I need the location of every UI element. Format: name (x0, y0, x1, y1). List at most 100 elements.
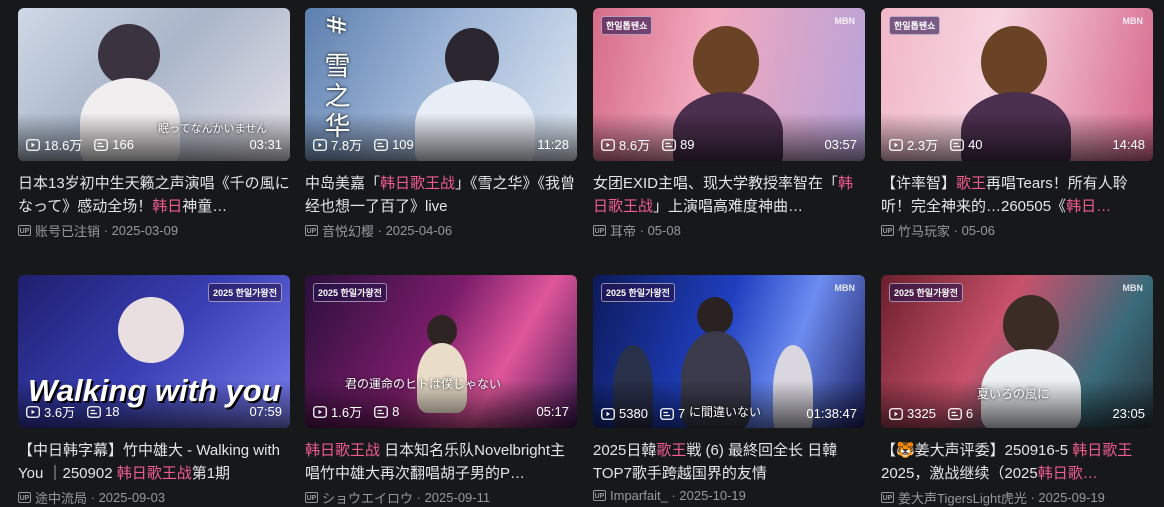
title-text: 神童… (182, 198, 228, 215)
video-author[interactable]: 姜大声TigersLight虎光 (898, 488, 1027, 507)
video-card[interactable]: 2025 한일가왕전 MBN に間違いない 5380 7 01:38:47 20… (593, 275, 865, 503)
video-card[interactable]: # 雪之华 7.8万 109 11:28 中岛美嘉「韩日歌王战」《雪之华》《我曾… (305, 8, 577, 240)
video-date: 2025-09-03 (98, 490, 166, 505)
video-author[interactable]: Imparfait_ (610, 488, 668, 503)
video-date: 2025-03-09 (111, 223, 179, 238)
danmaku-count: 89 (680, 137, 695, 152)
video-meta[interactable]: UP ショウエイロウ · 2025-09-11 (305, 488, 577, 507)
video-card[interactable]: 眠ってなんかいません 18.6万 166 03:31 日本13岁初中生天籁之声演… (18, 8, 290, 240)
title-text: 女团EXID主唱、现大学教授率智在「 (593, 175, 839, 192)
video-title[interactable]: 【许率智】歌王再唱Tears！所有人聆听！完全神来的…260505《韩日… (881, 172, 1153, 218)
danmaku-icon (948, 407, 962, 420)
meta-separator: · (374, 223, 386, 238)
up-icon: UP (593, 225, 606, 236)
video-duration: 23:05 (1112, 406, 1145, 421)
video-card[interactable]: 2025 한일가왕전 君の運命のヒトは僕じゃない 1.6万 8 05:17 韩日… (305, 275, 577, 507)
title-keyword-highlight: 歌王 (956, 175, 987, 192)
play-count-icon (26, 405, 40, 418)
title-text: 2025，激战继续（2025 (881, 465, 1038, 482)
view-count: 8.6万 (619, 138, 651, 153)
video-card[interactable]: 한일톱텐쇼 MBN 2.3万 40 14:48 【许率智】歌王再唱Tears！所… (881, 8, 1153, 240)
view-count: 5380 (619, 406, 648, 421)
video-stats: 7.8万 109 11:28 (313, 135, 569, 154)
video-title[interactable]: 女团EXID主唱、现大学教授率智在「韩日歌王战」上演唱高难度神曲… (593, 172, 865, 218)
video-meta[interactable]: UP Imparfait_ · 2025-10-19 (593, 488, 865, 503)
meta-separator: · (413, 490, 425, 505)
title-keyword-highlight: 韩日 (152, 198, 183, 215)
video-title[interactable]: 韩日歌王战 日本知名乐队Novelbright主唱竹中雄大再次翻唱胡子男的P… (305, 439, 577, 485)
thumbnail-figure (118, 297, 184, 363)
title-keyword-highlight: 韩日歌… (1037, 465, 1098, 482)
video-meta[interactable]: UP 耳帝 · 05-08 (593, 221, 865, 240)
view-count: 3325 (907, 406, 936, 421)
view-count: 2.3万 (907, 138, 939, 153)
title-keyword-highlight: 韩日歌王战 (116, 465, 192, 482)
video-author[interactable]: 耳帝 (610, 221, 636, 240)
channel-logo: 2025 한일가왕전 (313, 283, 387, 302)
title-text: 中岛美嘉「 (305, 175, 381, 192)
danmaku-icon (660, 407, 674, 420)
view-count: 3.6万 (44, 405, 76, 420)
video-author[interactable]: 账号已注销 (35, 221, 100, 240)
video-meta[interactable]: UP 音悦幻樱 · 2025-04-06 (305, 221, 577, 240)
danmaku-icon (374, 138, 388, 151)
video-meta[interactable]: UP 账号已注销 · 2025-03-09 (18, 221, 290, 240)
video-title[interactable]: 【中日韩字幕】竹中雄大 - Walking with You ｜250902 韩… (18, 439, 290, 485)
video-thumbnail[interactable]: 2025 한일가왕전 君の運命のヒトは僕じゃない 1.6万 8 05:17 (305, 275, 577, 428)
video-thumbnail[interactable]: 한일톱텐쇼 MBN 2.3万 40 14:48 (881, 8, 1153, 161)
video-thumbnail[interactable]: 2025 한일가왕전 Walking with you 3.6万 18 07:5… (18, 275, 290, 428)
video-date: 2025-04-06 (385, 223, 453, 238)
video-date: 2025-10-19 (679, 488, 746, 503)
play-count-icon (26, 138, 40, 151)
danmaku-count: 18 (105, 404, 120, 419)
danmaku-icon (950, 138, 964, 151)
video-thumbnail[interactable]: 2025 한일가왕전 MBN に間違いない 5380 7 01:38:47 (593, 275, 865, 428)
thumbnail-subtitle: 夏いろの風に (977, 387, 1050, 401)
danmaku-count: 8 (392, 404, 400, 419)
video-author[interactable]: 音悦幻樱 (322, 221, 374, 240)
meta-separator: · (87, 490, 99, 505)
video-meta[interactable]: UP 竹马玩家 · 05-06 (881, 221, 1153, 240)
video-thumbnail[interactable]: # 雪之华 7.8万 109 11:28 (305, 8, 577, 161)
danmaku-count: 166 (112, 137, 135, 152)
channel-logo: 2025 한일가왕전 (889, 283, 963, 302)
danmaku-count: 6 (965, 406, 974, 421)
meta-separator: · (636, 223, 648, 238)
video-author[interactable]: ショウエイロウ (322, 488, 413, 507)
thumbnail-subtitle: 眠ってなんかいません (158, 122, 268, 135)
video-meta[interactable]: UP 姜大声TigersLight虎光 · 2025-09-19 (881, 488, 1153, 507)
title-keyword-highlight: 韩日… (1066, 198, 1112, 215)
title-keyword-highlight: 歌王 (656, 442, 687, 459)
thumbnail-figure (98, 24, 160, 86)
video-stats: 1.6万 8 05:17 (313, 402, 569, 421)
video-author[interactable]: 竹马玩家 (898, 221, 950, 240)
video-author[interactable]: 途中流局 (35, 488, 87, 507)
up-icon: UP (881, 225, 894, 236)
thumbnail-figure (1003, 295, 1059, 355)
title-keyword-highlight: 韩日歌王 (1072, 442, 1133, 459)
video-duration: 03:31 (249, 137, 282, 152)
video-thumbnail[interactable]: 眠ってなんかいません 18.6万 166 03:31 (18, 8, 290, 161)
channel-logo: 2025 한일가왕전 (208, 283, 282, 302)
video-title[interactable]: 2025日韓歌王戦 (6) 最終回全长 日韓TOP7歌手跨越国界的友情 (593, 439, 865, 485)
channel-logo: 한일톱텐쇼 (889, 16, 941, 35)
play-count-icon (601, 407, 615, 420)
video-thumbnail[interactable]: 한일톱텐쇼 MBN 8.6万 89 03:57 (593, 8, 865, 161)
video-duration: 11:28 (537, 137, 569, 152)
video-thumbnail[interactable]: 2025 한일가왕전 MBN 夏いろの風に 3325 6 23:05 (881, 275, 1153, 428)
video-title[interactable]: 中岛美嘉「韩日歌王战」《雪之华》《我曾经也想一了百了》live (305, 172, 577, 218)
video-grid: 眠ってなんかいません 18.6万 166 03:31 日本13岁初中生天籁之声演… (0, 0, 1164, 506)
meta-separator: · (667, 488, 680, 503)
thumbnail-subtitle: # 雪之华 (320, 14, 350, 143)
video-title[interactable]: 日本13岁初中生天籁之声演唱《千の風になって》感动全场！韩日神童… (18, 172, 290, 218)
up-icon: UP (305, 492, 318, 503)
video-meta[interactable]: UP 途中流局 · 2025-09-03 (18, 488, 290, 507)
video-stats: 3325 6 23:05 (889, 406, 1145, 421)
video-card[interactable]: 2025 한일가왕전 Walking with you 3.6万 18 07:5… (18, 275, 290, 507)
video-card[interactable]: 2025 한일가왕전 MBN 夏いろの風に 3325 6 23:05 【🐯姜大声… (881, 275, 1153, 507)
video-stats: 2.3万 40 14:48 (889, 135, 1145, 154)
channel-mark: MBN (1122, 283, 1144, 293)
video-card[interactable]: 한일톱텐쇼 MBN 8.6万 89 03:57 女团EXID主唱、现大学教授率智… (593, 8, 865, 240)
video-title[interactable]: 【🐯姜大声评委】250916-5 韩日歌王 2025，激战继续（2025韩日歌… (881, 439, 1153, 485)
title-keyword-highlight: 韩日歌王战 (380, 175, 456, 192)
